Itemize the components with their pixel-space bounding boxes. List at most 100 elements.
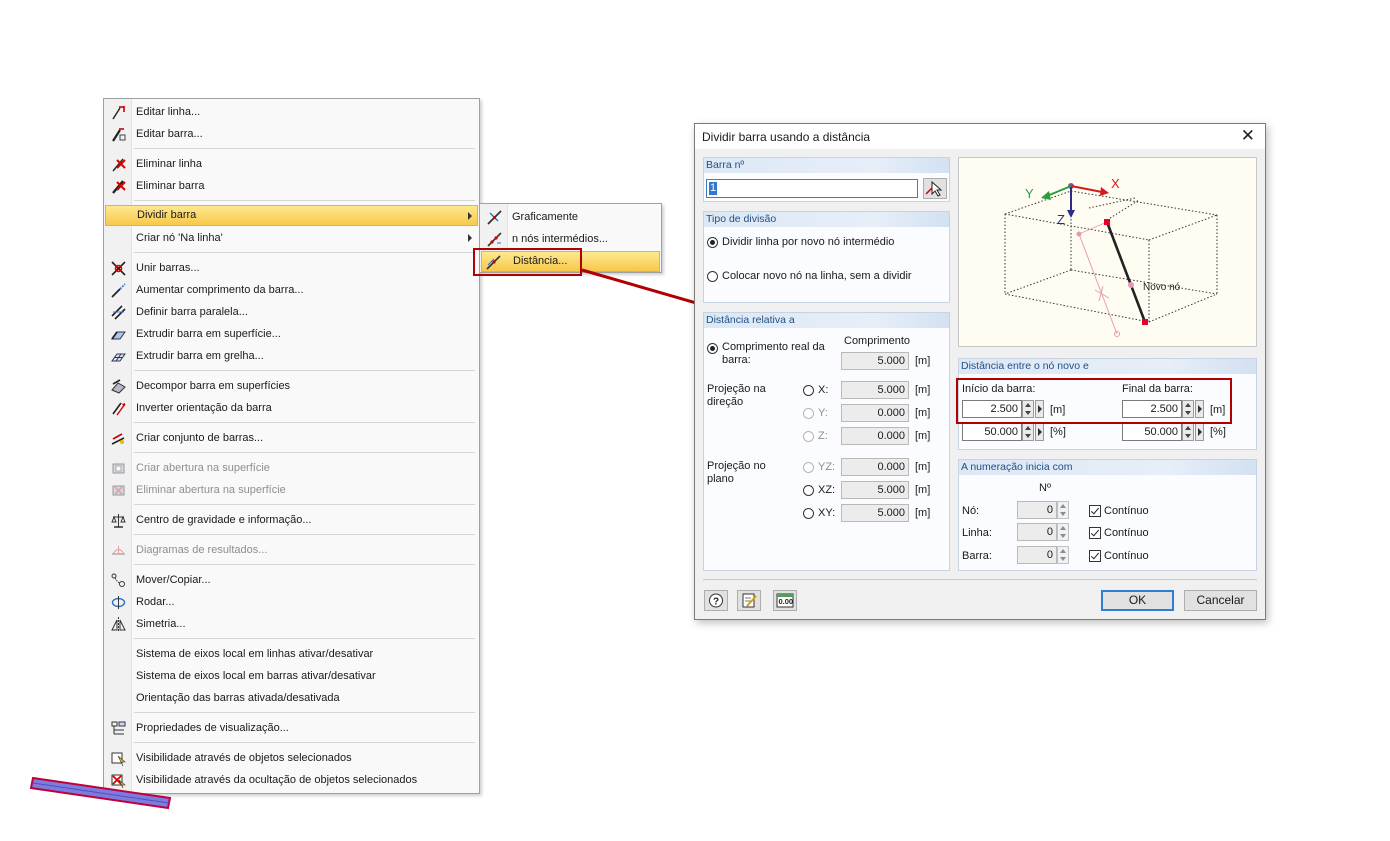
proj-x-value: 5.000 (841, 381, 909, 399)
edit-button[interactable] (737, 590, 761, 611)
proj-y-value: 0.000 (841, 404, 909, 422)
member-continuous-checkbox[interactable] (1089, 550, 1101, 562)
proj-y-label: Y: (818, 407, 828, 419)
pick-member-button[interactable] (923, 178, 947, 199)
group-title: Distância relativa a (706, 314, 795, 326)
continuous-label: Contínuo (1104, 527, 1149, 539)
divide-line-radio[interactable] (707, 237, 718, 248)
close-icon[interactable]: ✕ (1241, 126, 1255, 146)
divide-line-label: Dividir linha por novo nó intermédio (722, 236, 895, 248)
real-length-radio[interactable] (707, 343, 718, 354)
proj-yz-value: 0.000 (841, 458, 909, 476)
group-title: A numeração inicia com (961, 461, 1073, 473)
division-type-group: Tipo de divisão Dividir linha por novo n… (703, 211, 950, 303)
line-number-spinner[interactable] (1057, 523, 1069, 541)
member-number-value: 1 (709, 182, 718, 195)
divide-member-dialog: Dividir barra usando a distância ✕ Barra… (694, 123, 1266, 620)
proj-xy-radio[interactable] (803, 508, 814, 519)
place-node-radio[interactable] (707, 271, 718, 282)
node-number-spinner[interactable] (1057, 501, 1069, 519)
preview-diagram: X Y Z Novo nó (958, 157, 1257, 347)
proj-yz-label: YZ: (818, 461, 836, 473)
place-node-label: Colocar novo nó na linha, sem a dividir (722, 270, 912, 282)
group-header: Barra nº (704, 158, 949, 173)
pick-icon (925, 180, 943, 197)
proj-x-label: X: (818, 384, 829, 396)
distance-values-callout-box (956, 378, 1232, 424)
unit-label: [m] (915, 384, 931, 396)
unit-label: [m] (915, 355, 931, 367)
continuous-label: Contínuo (1104, 505, 1149, 517)
footer-separator (703, 579, 1257, 580)
unit-label: [m] (915, 430, 931, 442)
line-number-label: Linha: (962, 527, 992, 539)
proj-xz-label: XZ: (818, 484, 836, 496)
group-header: Tipo de divisão (704, 212, 949, 227)
unit-label: [m] (915, 507, 931, 519)
node-number-input[interactable]: 0 (1017, 501, 1057, 519)
member-number-input[interactable]: 1 (706, 179, 918, 198)
start-distance-pct-arrow[interactable] (1035, 423, 1044, 441)
y-axis-label: Y (1025, 186, 1034, 201)
length-column-header: Comprimento (844, 335, 911, 347)
proj-z-value: 0.000 (841, 427, 909, 445)
member-number-group: Barra nº 1 (703, 157, 950, 202)
dialog-title: Dividir barra usando a distância (702, 130, 871, 144)
proj-xy-value: 5.000 (841, 504, 909, 522)
start-distance-pct-spinner[interactable] (1022, 423, 1034, 441)
node-number-label: Nó: (962, 505, 980, 517)
edit-icon (742, 593, 757, 608)
z-axis-label: Z (1057, 212, 1065, 227)
real-length-label: Comprimento real da barra: (722, 341, 825, 366)
proj-xy-label: XY: (818, 507, 836, 519)
real-length-value: 5.000 (841, 352, 909, 370)
node-continuous-checkbox[interactable] (1089, 505, 1101, 517)
member-number-spinner[interactable] (1057, 546, 1069, 564)
proj-yz-radio[interactable] (803, 462, 814, 473)
end-distance-pct-spinner[interactable] (1182, 423, 1194, 441)
proj-xz-value: 5.000 (841, 481, 909, 499)
line-continuous-checkbox[interactable] (1089, 527, 1101, 539)
unit-label: [m] (915, 484, 931, 496)
svg-text:0.00: 0.00 (779, 597, 794, 606)
proj-x-radio[interactable] (803, 385, 814, 396)
member-number-label: Barra: (962, 550, 992, 562)
member-number-start-input[interactable]: 0 (1017, 546, 1057, 564)
group-title: Barra nº (706, 159, 745, 171)
group-header: Distância relativa a (704, 313, 949, 328)
group-header: A numeração inicia com (959, 460, 1256, 475)
numbering-group: A numeração inicia com Nº Nó: 0 Contínuo… (958, 459, 1257, 571)
proj-z-radio[interactable] (803, 431, 814, 442)
preview-diagram-svg: X Y Z Novo nó (1004, 176, 1218, 337)
unit-label: [m] (915, 461, 931, 473)
dialog-title-bar: Dividir barra usando a distância ✕ (695, 124, 1265, 149)
unit-label: [%] (1210, 426, 1226, 438)
svg-text:?: ? (713, 597, 719, 608)
group-title: Distância entre o nó novo e (961, 360, 1089, 372)
help-button[interactable]: ? (704, 590, 728, 611)
proj-y-radio[interactable] (803, 408, 814, 419)
ok-button[interactable]: OK (1101, 590, 1174, 611)
proj-z-label: Z: (818, 430, 828, 442)
end-distance-pct-arrow[interactable] (1195, 423, 1204, 441)
unit-label: [m] (915, 407, 931, 419)
projection-direction-label: Projeção na direção (707, 383, 766, 408)
help-icon: ? (709, 593, 723, 608)
group-title: Tipo de divisão (706, 213, 777, 225)
decimal-places-icon: 0.00 (776, 593, 794, 608)
end-distance-pct-input[interactable]: 50.000 (1122, 423, 1182, 441)
unit-label: [%] (1050, 426, 1066, 438)
continuous-label: Contínuo (1104, 550, 1149, 562)
proj-xz-radio[interactable] (803, 485, 814, 496)
cancel-button[interactable]: Cancelar (1184, 590, 1257, 611)
selected-member-bar (29, 776, 172, 810)
start-distance-pct-input[interactable]: 50.000 (962, 423, 1022, 441)
x-axis-label: X (1111, 176, 1120, 191)
new-node-label: Novo nó (1143, 282, 1181, 293)
line-number-input[interactable]: 0 (1017, 523, 1057, 541)
group-header: Distância entre o nó novo e (959, 359, 1256, 374)
projection-plane-label: Projeção no plano (707, 460, 766, 485)
decimal-places-button[interactable]: 0.00 (773, 590, 797, 611)
number-column-header: Nº (1039, 482, 1051, 494)
relative-distance-group: Distância relativa a Comprimento Comprim… (703, 312, 950, 571)
